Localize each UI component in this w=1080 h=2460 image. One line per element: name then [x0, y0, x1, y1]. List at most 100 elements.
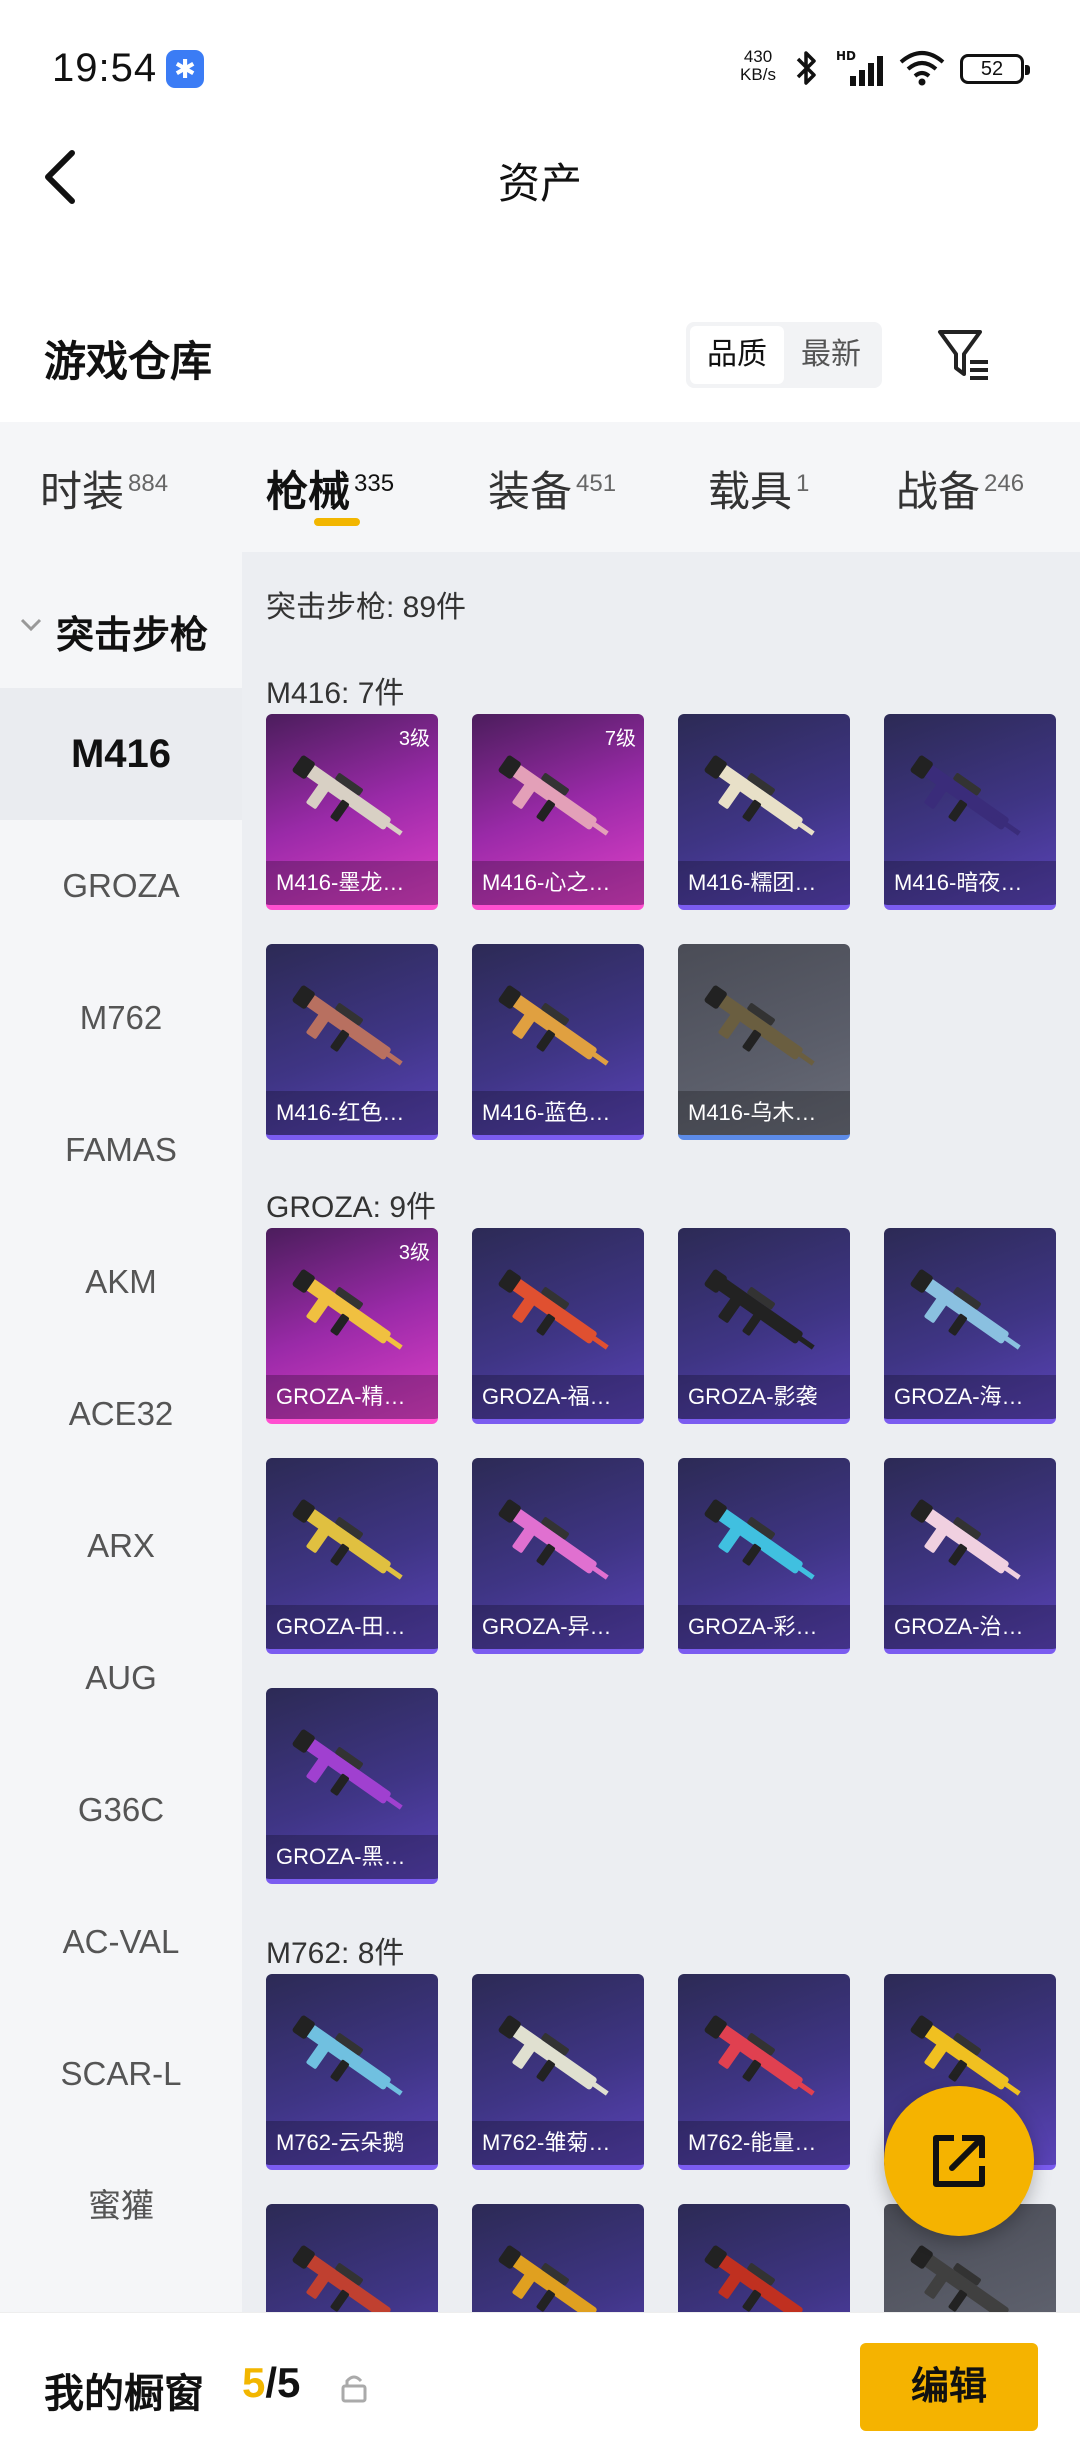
- weapon-card[interactable]: 3级 GROZA-精…: [266, 1228, 438, 1424]
- weapon-name: M762-雏菊…: [472, 2121, 644, 2165]
- weapon-icon: [704, 985, 815, 1066]
- showcase-used: 5: [242, 2359, 266, 2406]
- sidebar-item-m416[interactable]: M416: [0, 688, 242, 820]
- weapon-icon: [498, 1499, 609, 1580]
- weapon-card[interactable]: M416-乌木…: [678, 944, 850, 1140]
- weapon-name: M416-暗夜…: [884, 861, 1056, 905]
- app-root: 19:54 ✱ 430 KB/s HD 52 资产 游戏仓库 品质 最新 时装 …: [0, 0, 1080, 2460]
- weapon-name: GROZA-治…: [884, 1605, 1056, 1649]
- tab-label: 战备: [896, 468, 981, 515]
- weapon-name: GROZA-彩…: [678, 1605, 850, 1649]
- sidebar-item-ac-val[interactable]: AC-VAL: [0, 1876, 242, 2008]
- showcase-count: 5/5: [242, 2359, 300, 2407]
- weapon-card[interactable]: M416-暗夜…: [884, 714, 1056, 910]
- weapon-card[interactable]: M416-红色…: [266, 944, 438, 1140]
- network-speed-value: 430: [743, 47, 773, 66]
- weapon-icon: [292, 2245, 403, 2312]
- weapon-card[interactable]: M762-雏菊…: [472, 1974, 644, 2170]
- tab-vehicles[interactable]: 载具 1: [708, 458, 809, 519]
- upgrade-level-badge: 3级: [398, 1242, 430, 1264]
- showcase-separator: /: [265, 2359, 278, 2406]
- weapon-name: GROZA-田…: [266, 1605, 438, 1649]
- tab-label: 时装: [40, 468, 125, 515]
- tab-count: 335: [354, 470, 395, 497]
- battery-indicator: 52: [960, 54, 1030, 84]
- weapon-card[interactable]: [678, 2204, 850, 2312]
- sidebar-item-ace32[interactable]: ACE32: [0, 1348, 242, 1480]
- network-speed-unit: KB/s: [740, 65, 776, 84]
- weapon-icon: [704, 2245, 815, 2312]
- filter-icon[interactable]: [934, 324, 994, 384]
- weapon-card[interactable]: M416-糯团…: [678, 714, 850, 910]
- weapon-name: M416-红色…: [266, 1091, 438, 1135]
- weapon-icon: [292, 985, 403, 1066]
- weapon-card[interactable]: GROZA-彩…: [678, 1458, 850, 1654]
- weapon-name: M416-墨龙…: [266, 861, 438, 905]
- svg-text:HD: HD: [836, 49, 856, 63]
- weapon-name: M416-蓝色…: [472, 1091, 644, 1135]
- sidebar-item-famas[interactable]: FAMAS: [0, 1084, 242, 1216]
- sort-toggle: 品质 最新: [686, 322, 882, 388]
- weapon-card[interactable]: GROZA-异…: [472, 1458, 644, 1654]
- weapon-card[interactable]: GROZA-影袭: [678, 1228, 850, 1424]
- group-heading-groza: GROZA: 9件: [266, 1191, 437, 1224]
- sidebar-item-arx[interactable]: ARX: [0, 1480, 242, 1612]
- weapon-card[interactable]: 7级 M416-心之…: [472, 714, 644, 910]
- sidebar-item-scar-l[interactable]: SCAR-L: [0, 2008, 242, 2140]
- tab-equipment[interactable]: 装备 451: [488, 458, 616, 519]
- bottom-bar: 我的橱窗 5/5 编辑: [0, 2312, 1080, 2460]
- weapon-card[interactable]: M762-云朵鹅: [266, 1974, 438, 2170]
- weapon-card[interactable]: GROZA-治…: [884, 1458, 1056, 1654]
- category-tabs: 时装 884 枪械 335 装备 451 载具 1 战备 246: [0, 422, 1080, 552]
- weapon-name: M762-能量…: [678, 2121, 850, 2165]
- weapon-card[interactable]: [472, 2204, 644, 2312]
- tab-weapons[interactable]: 枪械 335: [266, 458, 394, 519]
- tab-label: 装备: [488, 468, 573, 515]
- showcase-total: 5: [277, 2359, 301, 2406]
- tab-count: 1: [796, 470, 810, 497]
- weapon-card[interactable]: [266, 2204, 438, 2312]
- sort-option-quality[interactable]: 品质: [690, 326, 784, 384]
- sidebar-group-assault-rifles[interactable]: 突击步枪: [0, 592, 242, 662]
- weapon-name: M416-糯团…: [678, 861, 850, 905]
- weapon-card[interactable]: GROZA-海…: [884, 1228, 1056, 1424]
- weapon-card[interactable]: M762-能量…: [678, 1974, 850, 2170]
- weapon-icon: [498, 2015, 609, 2096]
- weapon-icon: [498, 755, 609, 836]
- share-icon: [933, 2135, 985, 2187]
- weapon-icon: [910, 1269, 1021, 1350]
- sidebar-item-g36c[interactable]: G36C: [0, 1744, 242, 1876]
- weapon-name: GROZA-异…: [472, 1605, 644, 1649]
- sidebar-item-akm[interactable]: AKM: [0, 1216, 242, 1348]
- bluetooth-icon: [796, 51, 816, 85]
- sidebar-item-aug[interactable]: AUG: [0, 1612, 242, 1744]
- share-button[interactable]: [884, 2086, 1034, 2236]
- weapon-card[interactable]: M416-蓝色…: [472, 944, 644, 1140]
- weapon-card[interactable]: GROZA-福…: [472, 1228, 644, 1424]
- sidebar-item-m762[interactable]: M762: [0, 952, 242, 1084]
- weapon-icon: [498, 985, 609, 1066]
- tab-combat-gear[interactable]: 战备 246: [896, 458, 1024, 519]
- weapon-icon: [292, 755, 403, 836]
- page-title: 资产: [497, 160, 582, 207]
- weapon-name: GROZA-福…: [472, 1375, 644, 1419]
- edit-button[interactable]: 编辑: [860, 2343, 1038, 2431]
- weapon-icon: [292, 2015, 403, 2096]
- sort-option-latest[interactable]: 最新: [784, 326, 878, 384]
- showcase-label: 我的橱窗: [44, 2372, 204, 2416]
- weapon-type-sidebar: 突击步枪 M416 GROZA M762 FAMAS AKM ACE32 ARX…: [0, 552, 242, 2312]
- weapon-card[interactable]: 3级 M416-墨龙…: [266, 714, 438, 910]
- weapon-icon: [292, 1499, 403, 1580]
- sidebar-group-label: 突击步枪: [56, 615, 209, 657]
- sidebar-item-groza[interactable]: GROZA: [0, 820, 242, 952]
- lock-icon: [341, 2375, 367, 2403]
- weapon-icon: [498, 2245, 609, 2312]
- cellular-signal-icon: HD: [836, 49, 883, 86]
- weapon-name: GROZA-黑…: [266, 1835, 438, 1879]
- weapon-card[interactable]: GROZA-黑…: [266, 1688, 438, 1884]
- sidebar-item-honey-badger[interactable]: 蜜獾: [0, 2140, 242, 2272]
- tab-outfits[interactable]: 时装 884: [40, 458, 168, 519]
- weapon-card[interactable]: GROZA-田…: [266, 1458, 438, 1654]
- weapon-grid: 突击步枪: 89件 M416: 7件 GROZA: 9件 M762: 8件 3级…: [242, 552, 1080, 2312]
- weapon-icon: [910, 1499, 1021, 1580]
